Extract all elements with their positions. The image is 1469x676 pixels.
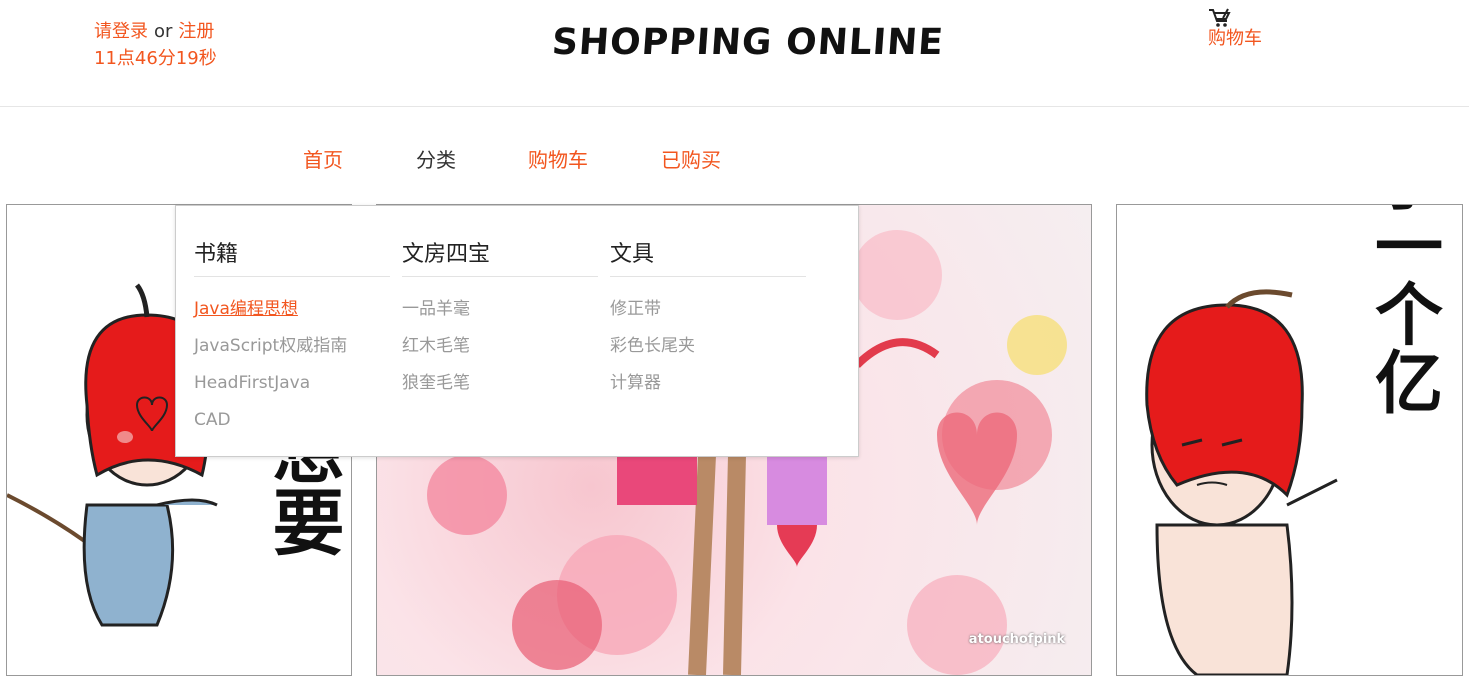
nav-category[interactable]: 分类: [416, 144, 456, 173]
category-item[interactable]: 一品羊毫: [402, 291, 598, 328]
nav-cart[interactable]: 购物车: [528, 144, 588, 173]
category-column-stationery-four: 文房四宝 一品羊毫 红木毛笔 狼奎毛笔: [402, 236, 598, 402]
header: 请登录 or 注册 11点46分19秒 SHOPPING ONLINE 购物车: [0, 0, 1469, 107]
category-item[interactable]: JavaScript权威指南: [194, 328, 390, 365]
banner-right-text: 花了一个亿: [1363, 205, 1443, 415]
cart-icon: [1208, 8, 1278, 28]
register-link[interactable]: 注册: [178, 21, 214, 42]
login-link[interactable]: 请登录: [94, 21, 148, 42]
category-item[interactable]: CAD: [194, 402, 390, 439]
category-title-books: 书籍: [194, 236, 390, 277]
category-item[interactable]: 红木毛笔: [402, 328, 598, 365]
category-title-stationery-four: 文房四宝: [402, 236, 598, 277]
apple-thinking-image: 花了一个亿: [1145, 205, 1443, 675]
site-title: SHOPPING ONLINE: [550, 22, 946, 63]
category-column-office-supplies: 文具 修正带 彩色长尾夹 计算器: [610, 236, 806, 402]
category-item[interactable]: Java编程思想: [194, 291, 390, 328]
header-cart-label: 购物车: [1208, 28, 1262, 49]
category-title-office-supplies: 文具: [610, 236, 806, 277]
category-column-books: 书籍 Java编程思想 JavaScript权威指南 HeadFirstJava…: [194, 236, 390, 439]
nav-purchased[interactable]: 已购买: [661, 144, 721, 173]
category-item[interactable]: 狼奎毛笔: [402, 365, 598, 402]
login-area: 请登录 or 注册 11点46分19秒: [94, 18, 217, 72]
nav-home[interactable]: 首页: [303, 144, 343, 173]
category-dropdown: 书籍 Java编程思想 JavaScript权威指南 HeadFirstJava…: [175, 205, 859, 457]
banner-right[interactable]: 花了一个亿: [1116, 204, 1463, 676]
header-cart-link[interactable]: 购物车: [1208, 8, 1278, 50]
category-item[interactable]: 计算器: [610, 365, 806, 402]
watermark: atouchofpink: [969, 632, 1066, 647]
category-item[interactable]: HeadFirstJava: [194, 365, 390, 402]
or-separator: or: [154, 21, 173, 42]
clock: 11点46分19秒: [94, 48, 217, 69]
category-item[interactable]: 彩色长尾夹: [610, 328, 806, 365]
main-nav: 首页 分类 购物车 已购买: [0, 107, 1469, 203]
category-item[interactable]: 修正带: [610, 291, 806, 328]
